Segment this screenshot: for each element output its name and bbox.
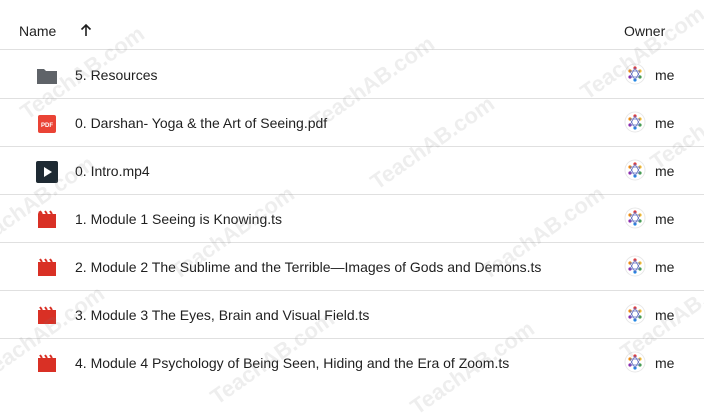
file-name: 4. Module 4 Psychology of Being Seen, Hi… [75,355,510,371]
movie-file-icon [38,210,56,228]
avatar-icon [624,351,646,373]
owner-name: me [655,115,675,131]
avatar-icon [624,159,646,181]
avatar-icon [624,63,646,85]
video-thumbnail-icon [36,161,58,183]
file-row-module-3[interactable]: 3. Module 3 The Eyes, Brain and Visual F… [0,291,704,339]
sort-ascending-arrow-icon[interactable] [78,22,94,38]
owner-column-header[interactable]: Owner [624,23,665,39]
movie-file-icon [38,354,56,372]
file-name: 3. Module 3 The Eyes, Brain and Visual F… [75,307,370,323]
pdf-icon: PDF [38,115,56,133]
file-row-intro-video[interactable]: 0. Intro.mp4 me [0,147,704,195]
owner-name: me [655,67,675,83]
file-name: 0. Darshan- Yoga & the Art of Seeing.pdf [75,115,328,131]
movie-file-icon [38,258,56,276]
owner-name: me [655,163,675,179]
file-row-resources[interactable]: 5. Resources me [0,51,704,99]
file-list-header: Name Owner [0,0,704,50]
owner-name: me [655,211,675,227]
svg-text:PDF: PDF [41,123,53,129]
file-row-module-1[interactable]: 1. Module 1 Seeing is Knowing.ts me [0,195,704,243]
owner-name: me [655,259,675,275]
name-column-header[interactable]: Name [19,23,56,39]
file-row-pdf[interactable]: PDF 0. Darshan- Yoga & the Art of Seeing… [0,99,704,147]
avatar-icon [624,303,646,325]
avatar-icon [624,207,646,229]
avatar-icon [624,255,646,277]
file-row-module-2[interactable]: 2. Module 2 The Sublime and the Terrible… [0,243,704,291]
owner-name: me [655,355,675,371]
file-name: 2. Module 2 The Sublime and the Terrible… [75,259,542,275]
file-name: 0. Intro.mp4 [75,163,150,179]
file-name: 1. Module 1 Seeing is Knowing.ts [75,211,283,227]
file-name: 5. Resources [75,67,158,83]
folder-icon [37,69,57,84]
file-row-module-4[interactable]: 4. Module 4 Psychology of Being Seen, Hi… [0,339,704,387]
movie-file-icon [38,306,56,324]
owner-name: me [655,307,675,323]
avatar-icon [624,111,646,133]
